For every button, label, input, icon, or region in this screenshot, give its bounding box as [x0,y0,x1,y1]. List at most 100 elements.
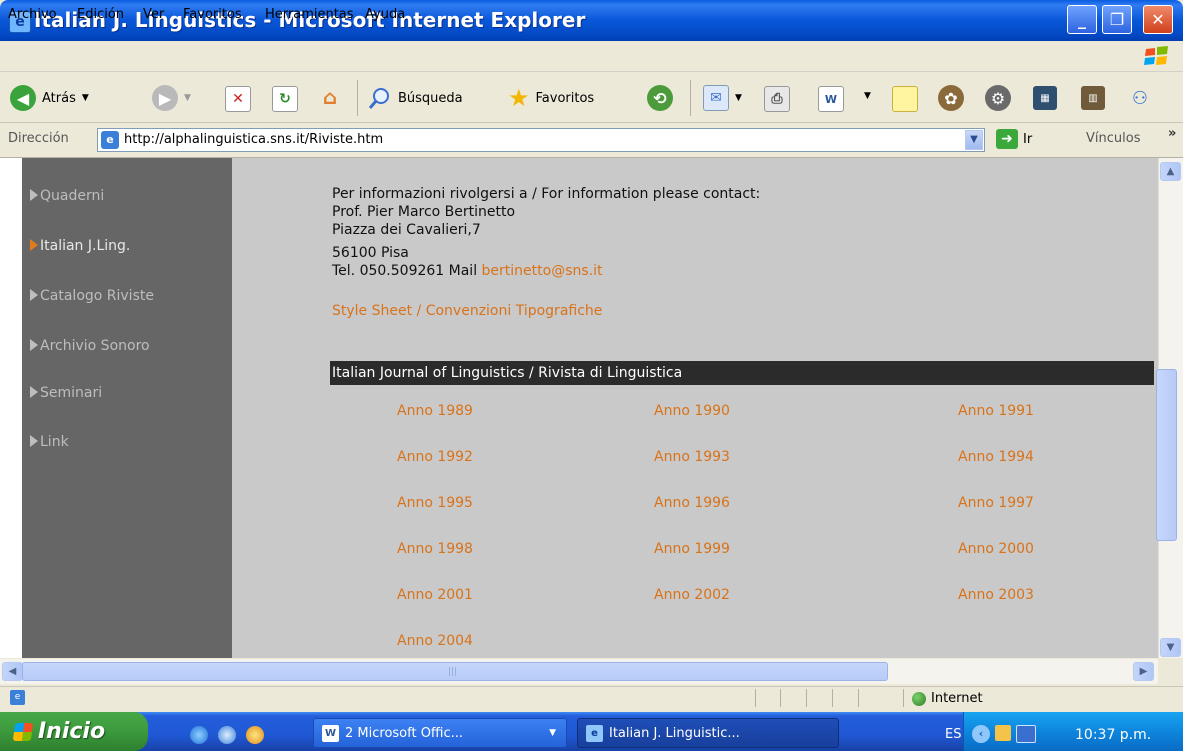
taskbar-button-office[interactable]: W 2 Microsoft Offic... ▼ [313,718,567,748]
year-link[interactable]: Anno 2003 [958,587,1034,603]
menu-ver[interactable]: Ver [143,7,164,22]
year-link[interactable]: Anno 1997 [958,495,1034,511]
language-indicator[interactable]: ES [945,727,961,742]
sidebar-item-italian-jling[interactable]: Italian J.Ling. [30,238,130,254]
toolbar-separator [690,80,691,116]
sidebar-item-link[interactable]: Link [30,434,69,450]
go-label: Ir [1023,131,1033,147]
year-link[interactable]: Anno 1990 [654,403,730,419]
sidebar-item-quaderni[interactable]: Quaderni [30,188,104,204]
year-link[interactable]: Anno 2001 [397,587,473,603]
sidebar-item-label: Catalogo Riviste [40,288,154,304]
stop-icon[interactable]: ✕ [225,86,251,112]
discuss-icon[interactable] [892,86,918,112]
year-link[interactable]: Anno 1992 [397,449,473,465]
contact-intro: Per informazioni rivolgersi a / For info… [332,186,761,202]
minimize-button[interactable]: _ [1067,5,1097,34]
maximize-button[interactable]: ❐ [1102,5,1132,34]
taskbar-button-ie[interactable]: e Italian J. Linguistic... [577,718,839,748]
ie-icon: e [586,724,603,742]
contact-street: Piazza dei Cavalieri,7 [332,222,481,238]
contact-email-link[interactable]: bertinetto@sns.it [482,263,603,279]
scroll-left-icon[interactable]: ◀ [2,662,23,681]
links-label[interactable]: Vínculos [1086,131,1140,146]
tray-network-icon[interactable] [1016,725,1036,743]
refresh-icon[interactable]: ↻ [272,86,298,112]
forward-button[interactable]: ▶ ▼ [152,84,191,112]
home-icon[interactable]: ⌂ [318,85,342,109]
go-button[interactable]: ➜ Ir [996,129,1032,149]
menu-ayuda[interactable]: Ayuda [365,7,405,22]
word-edit-icon[interactable]: W [818,86,844,112]
contact-name: Prof. Pier Marco Bertinetto [332,204,516,220]
status-separator [832,689,833,707]
clock[interactable]: 10:37 p.m. [1075,727,1151,743]
favorites-button[interactable]: ★ Favoritos [508,84,594,112]
back-button[interactable]: ◀ Atrás ▼ [10,84,89,112]
links-chevron-icon[interactable]: » [1168,126,1176,141]
triangle-icon [30,435,38,447]
year-link[interactable]: Anno 1996 [654,495,730,511]
scroll-right-icon[interactable]: ▶ [1133,662,1154,681]
status-separator [903,689,904,707]
year-link[interactable]: Anno 1994 [958,449,1034,465]
address-dropdown-icon[interactable]: ▼ [965,130,983,150]
style-sheet-link[interactable]: Style Sheet / Convenzioni Tipografiche [332,303,602,320]
year-link[interactable]: Anno 2000 [958,541,1034,557]
year-link[interactable]: Anno 1999 [654,541,730,557]
status-bar [0,686,1183,711]
page-icon: e [101,131,119,149]
close-button[interactable]: ✕ [1143,5,1173,34]
menu-archivo[interactable]: Archivo [8,7,57,22]
menu-edicion[interactable]: Edición [77,7,124,22]
messenger-icon[interactable]: ✿ [938,85,964,111]
settings-gear-icon[interactable]: ⚙ [985,85,1011,111]
scroll-down-icon[interactable]: ▼ [1160,638,1181,657]
status-separator [858,689,859,707]
scroll-up-icon[interactable]: ▲ [1160,162,1181,181]
print-icon[interactable]: ⎙ [764,86,790,112]
people-icon[interactable]: ⚇ [1128,86,1152,110]
year-link[interactable]: Anno 1998 [397,541,473,557]
status-page-icon: e [10,690,25,705]
sidebar-item-label: Link [40,434,69,450]
page-left-margin [0,158,22,658]
history-icon[interactable]: ⟲ [647,85,673,111]
year-link[interactable]: Anno 1995 [397,495,473,511]
status-separator [806,689,807,707]
year-link[interactable]: Anno 1991 [958,403,1034,419]
mail-button[interactable]: ✉ ▼ [703,84,742,112]
address-url[interactable]: http://alphalinguistica.sns.it/Riviste.h… [124,132,383,147]
search-button[interactable]: Búsqueda [368,84,463,112]
research-icon[interactable]: ▥ [1081,86,1105,110]
sidebar-item-seminari[interactable]: Seminari [30,385,102,401]
sidebar-item-label: Quaderni [40,188,105,204]
year-link[interactable]: Anno 2004 [397,633,473,649]
tray-expand-icon[interactable]: ‹ [972,725,990,743]
back-dropdown-icon: ▼ [81,93,89,103]
windows-logo-icon [1144,46,1168,65]
menu-herramientas[interactable]: Herramientas [265,7,354,22]
quicklaunch-desktop-icon[interactable] [218,726,236,744]
year-link[interactable]: Anno 2002 [654,587,730,603]
menu-favoritos[interactable]: Favoritos [183,7,242,22]
contact-tel: Tel. 050.509261 Mail [332,263,478,279]
zone-label: Internet [931,691,983,706]
calculator-icon[interactable]: ▦ [1033,86,1057,110]
year-link[interactable]: Anno 1993 [654,449,730,465]
edit-dropdown-icon[interactable]: ▼ [864,91,871,101]
tray-app-icon[interactable] [995,725,1011,741]
year-link[interactable]: Anno 1989 [397,403,473,419]
vertical-scroll-thumb[interactable] [1156,369,1177,541]
quicklaunch-media-icon[interactable] [246,726,264,744]
triangle-icon [30,289,38,301]
triangle-icon [30,239,38,251]
internet-globe-icon [912,691,926,706]
sidebar-item-archivio-sonoro[interactable]: Archivio Sonoro [30,338,150,354]
sidebar-item-catalogo-riviste[interactable]: Catalogo Riviste [30,288,154,304]
triangle-icon [30,189,38,201]
quicklaunch-ie-icon[interactable] [190,726,208,744]
forward-arrow-icon: ▶ [152,85,178,111]
start-button[interactable]: Inicio [0,712,148,751]
security-zone[interactable]: Internet [912,691,983,706]
